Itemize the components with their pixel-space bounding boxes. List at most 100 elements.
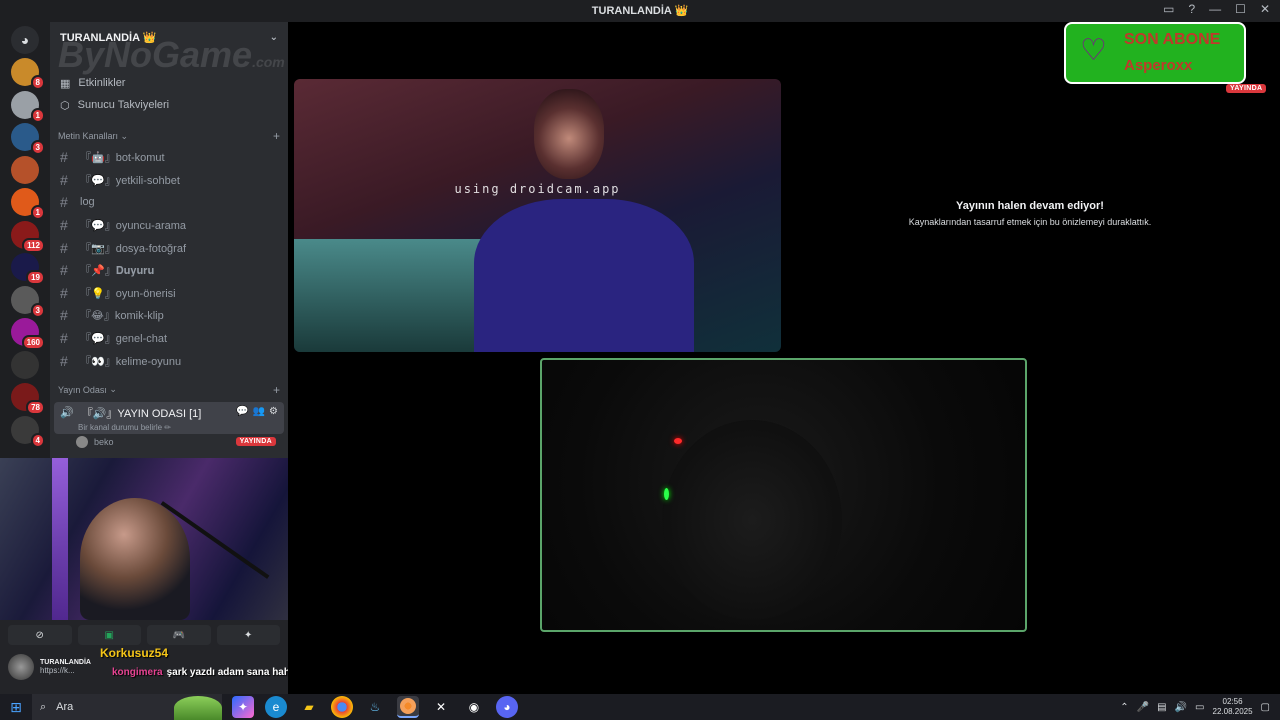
unread-badge: 4 [30, 432, 45, 448]
text-channel[interactable]: # 『😂』komik-klip [50, 304, 288, 327]
chrome-icon[interactable] [331, 696, 353, 718]
stream-tile-dark[interactable] [540, 358, 1027, 632]
gear-icon[interactable]: ⚙ [269, 406, 278, 417]
hash-icon: # [60, 352, 68, 369]
speaker-icon: 🔊 [60, 407, 74, 420]
sub-name: Asperoxx [1124, 57, 1193, 74]
camera-off-button[interactable]: ⊘ [8, 625, 72, 645]
boost-icon: ⬡ [60, 99, 70, 112]
soundboard-button[interactable]: ✦ [216, 625, 280, 645]
channel-status[interactable]: Bir kanal durumu belirle ✏ [78, 423, 278, 432]
server-icon[interactable]: 78 [11, 383, 45, 415]
channel-sidebar: ByNoGame.com TURANLANDİA 👑 ⌄ ▦ Etkinlikl… [50, 22, 288, 458]
user-status: https://k... [40, 666, 75, 675]
close-button[interactable]: ✕ [1260, 2, 1270, 16]
copilot-icon[interactable]: ✦ [232, 696, 254, 718]
discord-home-icon[interactable]: ◕ [11, 26, 39, 54]
server-icon[interactable]: 3 [11, 285, 45, 318]
hash-icon: # [60, 171, 68, 188]
channel-label: 『💡』oyun-önerisi [80, 287, 176, 300]
notifications-icon[interactable]: ▢ [1261, 702, 1270, 713]
person-body [474, 199, 694, 352]
live-badge: YAYINDA [1226, 84, 1267, 93]
maximize-button[interactable]: ☐ [1235, 2, 1246, 16]
invite-icon[interactable]: 👥 [253, 406, 265, 417]
hash-icon: # [60, 330, 68, 347]
droidcam-watermark: using droidcam.app [454, 182, 621, 196]
text-channel[interactable]: # 『👀』kelime-oyunu [50, 349, 288, 372]
capcut-icon[interactable]: ✕ [430, 696, 452, 718]
add-channel-icon[interactable]: + [273, 383, 280, 397]
server-icon[interactable]: 3 [11, 123, 45, 155]
text-channel[interactable]: # 『📌』𝐃𝐮𝐲𝐮𝐫𝐮 [50, 259, 288, 282]
dark-face [662, 420, 842, 620]
voice-user[interactable]: beko YAYINDA [50, 434, 288, 450]
server-icon[interactable]: 4 [11, 415, 45, 448]
text-channel[interactable]: # 『💬』oyuncu-arama [50, 214, 288, 237]
unread-badge: 78 [26, 400, 45, 415]
stream-tile-droidcam[interactable]: using droidcam.app [294, 79, 781, 352]
text-channel[interactable]: # 『🤖』bot-komut [50, 146, 288, 169]
server-icon[interactable]: 112 [11, 220, 45, 253]
channel-label: 『💬』genel-chat [80, 333, 168, 346]
window-title: TURANLANDİA 👑 [591, 5, 689, 17]
voice-channel[interactable]: 🔊 『🔊』YAYIN ODASI [1] Bir kanal durumu bel… [54, 401, 284, 434]
windows-start-icon[interactable]: ⊞ [0, 699, 32, 716]
minimize-button[interactable]: — [1209, 2, 1221, 16]
help-icon[interactable]: ? [1188, 2, 1195, 16]
unread-badge: 3 [30, 302, 45, 318]
category-voice[interactable]: Yayın Odası ⌄ + [50, 380, 288, 400]
channel-label: 『📌』𝐃𝐮𝐲𝐮𝐫𝐮 [80, 265, 155, 278]
chat-icon[interactable]: 💬 [236, 406, 248, 417]
chrome-active-icon[interactable] [397, 696, 419, 718]
network-icon[interactable]: ▤ [1157, 702, 1166, 713]
clock[interactable]: 02:56 22.08.2025 [1213, 697, 1253, 717]
hash-icon: # [60, 284, 68, 301]
server-icon[interactable]: 1 [11, 188, 45, 220]
volume-icon[interactable]: 🔊 [1175, 702, 1187, 713]
text-channel[interactable]: # log [50, 191, 288, 214]
channel-label: 『🤖』bot-komut [80, 152, 165, 165]
server-icon[interactable]: 1 [11, 90, 45, 123]
server-icon[interactable]: 160 [11, 318, 45, 350]
last-subscriber-box: ♡ SON ABONE Asperoxx [1064, 22, 1246, 84]
file-explorer-icon[interactable]: ▰ [298, 696, 320, 718]
search-input[interactable]: ⌕ Ara [32, 694, 222, 720]
text-channel[interactable]: # 『💬』yetkili-sohbet [50, 169, 288, 192]
server-icon[interactable] [11, 155, 39, 184]
text-channel[interactable]: # 『📷』dosya-fotoğraf [50, 236, 288, 259]
edge-icon[interactable]: e [265, 696, 287, 718]
category-text-channels[interactable]: Metin Kanalları ⌄ + [50, 126, 288, 146]
unread-badge: 3 [30, 140, 45, 155]
unread-badge: 8 [30, 75, 45, 90]
hash-icon: # [60, 239, 68, 256]
hash-icon: # [60, 307, 68, 324]
calendar-icon: ▦ [60, 77, 71, 90]
paused-title: Yayının halen devam ediyor! [956, 200, 1104, 212]
nav-server-boosts[interactable]: ⬡ Sunucu Takviyeleri [50, 94, 288, 116]
text-channel[interactable]: # 『💬』genel-chat [50, 327, 288, 350]
server-icon[interactable]: 8 [11, 58, 45, 90]
neon-light [52, 458, 68, 620]
user-name: TURANLANDİA [40, 659, 91, 666]
screen-share-button[interactable]: ▣ [77, 625, 141, 645]
search-icon: ⌕ [40, 700, 47, 713]
server-icon[interactable] [11, 350, 39, 379]
server-icon[interactable]: 19 [11, 253, 45, 285]
hash-icon: # [60, 149, 68, 166]
unread-badge: 1 [30, 205, 45, 220]
text-channel[interactable]: # 『💡』oyun-önerisi [50, 282, 288, 305]
battery-icon[interactable]: ▭ [1195, 702, 1204, 713]
steam-icon[interactable]: ♨ [364, 696, 386, 718]
add-channel-icon[interactable]: + [273, 129, 280, 143]
inbox-icon[interactable]: ▭ [1163, 2, 1174, 16]
obs-icon[interactable]: ◉ [463, 696, 485, 718]
mic-icon[interactable]: 🎤 [1137, 702, 1149, 713]
unread-badge: 160 [21, 335, 45, 350]
activity-button[interactable]: 🎮 [147, 625, 211, 645]
red-light [674, 438, 682, 444]
paused-notice: Yayının halen devam ediyor! Kaynaklarınd… [848, 200, 1212, 227]
avatar[interactable] [8, 654, 34, 680]
chevron-up-icon[interactable]: ⌃ [1120, 702, 1128, 713]
discord-icon[interactable]: ◕ [496, 696, 518, 718]
